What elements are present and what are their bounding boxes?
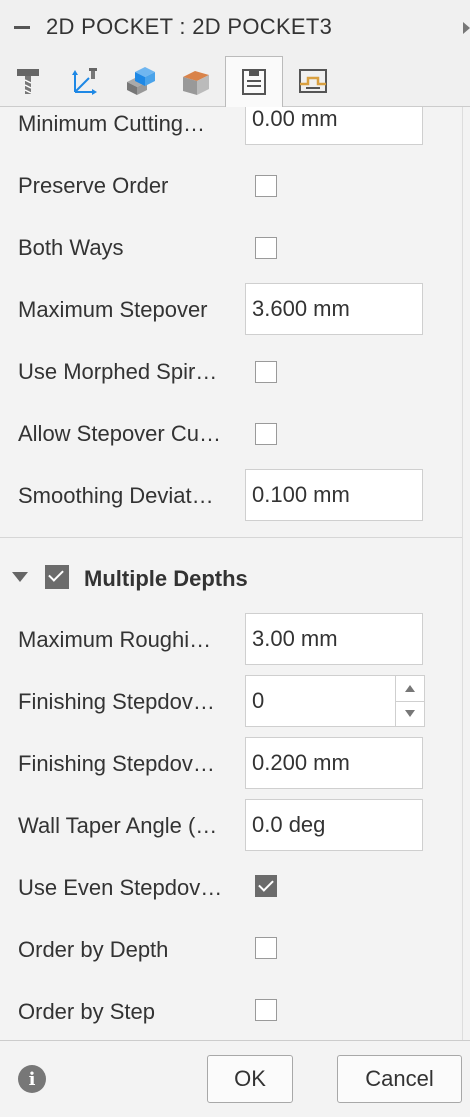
decrement-button[interactable] (396, 701, 424, 726)
dialog-title: 2D POCKET : 2D POCKET3 (46, 14, 333, 39)
minimum-cutting-label: Minimum Cutting… (18, 111, 206, 136)
tab-tool[interactable] (0, 56, 56, 106)
even-stepdowns-label: Use Even Stepdov… (18, 875, 223, 900)
row-finishing-stepdown: Finishing Stepdov… 0.200 mm (0, 731, 462, 793)
wall-taper-angle-input[interactable]: 0.0 deg (245, 799, 423, 851)
scrollbar[interactable] (462, 107, 470, 1040)
tab-passes[interactable] (225, 56, 283, 107)
both-ways-label: Both Ways (18, 235, 124, 260)
finishing-stepdown-label: Finishing Stepdov… (18, 751, 215, 776)
row-smoothing-deviation: Smoothing Deviat… 0.100 mm (0, 465, 462, 527)
tab-geometry[interactable] (56, 56, 112, 106)
title-bar: 2D POCKET : 2D POCKET3 (0, 0, 470, 56)
order-by-depth-label: Order by Depth (18, 937, 169, 962)
tab-heights[interactable] (112, 56, 168, 106)
row-wall-taper-angle: Wall Taper Angle (… 0.0 deg (0, 793, 462, 855)
both-ways-checkbox[interactable] (255, 237, 277, 259)
tab-bar (0, 56, 470, 107)
ok-button[interactable]: OK (207, 1055, 293, 1103)
collapse-triangle-icon[interactable] (12, 572, 28, 582)
dialog-footer: i OK Cancel (0, 1040, 470, 1117)
section-divider (0, 537, 462, 538)
morphed-spiral-checkbox[interactable] (255, 361, 277, 383)
stepper-buttons (395, 676, 424, 726)
passes-icon (242, 69, 266, 95)
stock-icon (183, 71, 209, 95)
maximum-roughing-label: Maximum Roughi… (18, 627, 212, 652)
smoothing-deviation-input[interactable]: 0.100 mm (245, 469, 423, 521)
row-preserve-order: Preserve Order (0, 155, 462, 217)
minimum-cutting-input[interactable]: 0.00 mm (245, 107, 423, 145)
finishing-stepdowns-value[interactable]: 0 (252, 688, 264, 714)
allow-stepover-checkbox[interactable] (255, 423, 277, 445)
increment-button[interactable] (396, 676, 424, 702)
multiple-depths-header[interactable]: Multiple Depths (0, 557, 462, 597)
parameters-panel[interactable]: Minimum Cutting… 0.00 mm Preserve Order … (0, 107, 462, 1040)
expand-right-icon[interactable] (463, 22, 470, 34)
row-both-ways: Both Ways (0, 217, 462, 279)
chevron-up-icon (405, 685, 415, 692)
finishing-stepdowns-stepper[interactable]: 0 (245, 675, 425, 727)
row-morphed-spiral: Use Morphed Spir… (0, 341, 462, 403)
info-icon[interactable]: i (18, 1065, 46, 1093)
preserve-order-checkbox[interactable] (255, 175, 277, 197)
morphed-spiral-label: Use Morphed Spir… (18, 359, 218, 384)
maximum-stepover-label: Maximum Stepover (18, 297, 208, 322)
row-maximum-roughing: Maximum Roughi… 3.00 mm (0, 607, 462, 669)
order-by-depth-checkbox[interactable] (255, 937, 277, 959)
multiple-depths-title: Multiple Depths (84, 566, 248, 591)
collapse-icon[interactable] (14, 26, 30, 29)
multiple-depths-checkbox[interactable] (45, 565, 69, 589)
row-minimum-cutting: Minimum Cutting… 0.00 mm (0, 107, 462, 155)
tool-icon (17, 69, 39, 94)
maximum-roughing-input[interactable]: 3.00 mm (245, 613, 423, 665)
even-stepdowns-checkbox[interactable] (255, 875, 277, 897)
order-by-step-checkbox[interactable] (255, 999, 277, 1021)
row-even-stepdowns: Use Even Stepdov… (0, 855, 462, 917)
finishing-stepdown-input[interactable]: 0.200 mm (245, 737, 423, 789)
cancel-button[interactable]: Cancel (337, 1055, 462, 1103)
row-allow-stepover: Allow Stepover Cu… (0, 403, 462, 465)
axes-icon (72, 68, 97, 95)
maximum-stepover-input[interactable]: 3.600 mm (245, 283, 423, 335)
wall-taper-angle-label: Wall Taper Angle (… (18, 813, 218, 838)
linking-icon (299, 69, 327, 93)
row-finishing-stepdowns: Finishing Stepdov… 0 (0, 669, 462, 731)
allow-stepover-label: Allow Stepover Cu… (18, 421, 221, 446)
heights-icon (127, 67, 155, 95)
smoothing-deviation-label: Smoothing Deviat… (18, 483, 214, 508)
row-maximum-stepover: Maximum Stepover 3.600 mm (0, 279, 462, 341)
preserve-order-label: Preserve Order (18, 173, 169, 198)
row-order-by-depth: Order by Depth (0, 917, 462, 979)
tab-linking[interactable] (285, 56, 341, 106)
row-order-by-step: Order by Step (0, 979, 462, 1040)
finishing-stepdowns-label: Finishing Stepdov… (18, 689, 215, 714)
chevron-down-icon (405, 710, 415, 717)
order-by-step-label: Order by Step (18, 999, 155, 1024)
tab-stock[interactable] (168, 56, 224, 106)
